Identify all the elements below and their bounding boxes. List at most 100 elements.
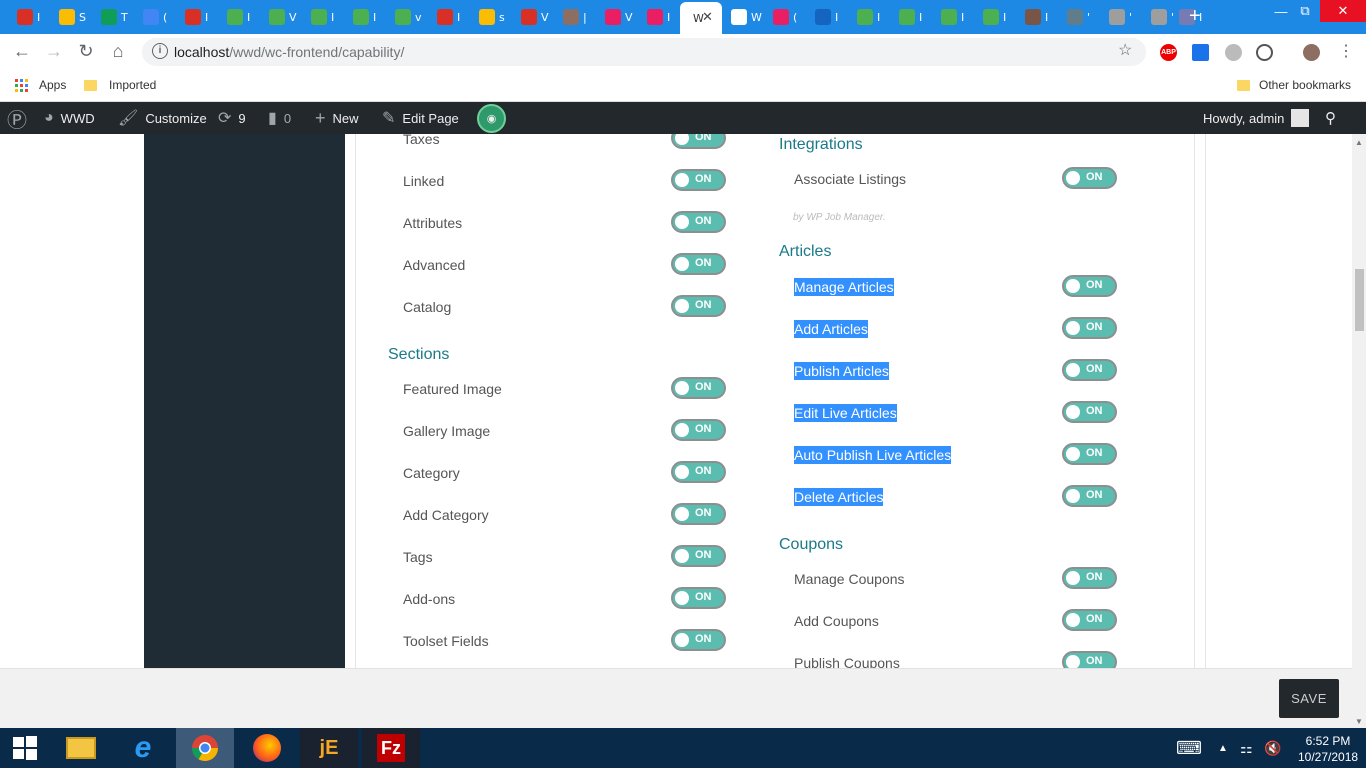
- taskbar-filezilla[interactable]: Fz: [362, 728, 420, 768]
- browser-tab[interactable]: S: [50, 3, 90, 31]
- browser-tab[interactable]: V: [596, 3, 636, 31]
- capability-toggle[interactable]: ON: [1062, 443, 1117, 465]
- toggle-knob: [1066, 279, 1080, 293]
- capability-toggle[interactable]: ON: [671, 503, 726, 525]
- capability-toggle[interactable]: ON: [671, 253, 726, 275]
- wp-logo-menu[interactable]: Ⓟ: [7, 102, 34, 134]
- browser-tab[interactable]: ': [1058, 3, 1098, 31]
- capability-toggle[interactable]: ON: [671, 461, 726, 483]
- taskbar-chrome[interactable]: [176, 728, 234, 768]
- capability-toggle[interactable]: ON: [671, 295, 726, 317]
- bookmark-imported[interactable]: Imported: [84, 78, 156, 92]
- extension-icon-2[interactable]: [1256, 44, 1273, 61]
- toggle-knob: [1066, 489, 1080, 503]
- taskbar-clock[interactable]: 6:52 PM 10/27/2018: [1298, 733, 1358, 765]
- browser-tab[interactable]: I: [302, 3, 342, 31]
- browser-tab[interactable]: v: [386, 3, 426, 31]
- browser-tab[interactable]: V: [512, 3, 552, 31]
- adblock-icon[interactable]: ABP: [1160, 44, 1177, 61]
- screenshot-extension-icon[interactable]: [1192, 44, 1209, 61]
- taskbar-jedit[interactable]: jE: [300, 728, 358, 768]
- bookmark-other[interactable]: Other bookmarks: [1237, 78, 1351, 92]
- customize-link[interactable]: 🖌 Customize: [118, 102, 207, 134]
- url-text[interactable]: localhost/wwd/wc-frontend/capability/: [174, 44, 404, 60]
- my-account-menu[interactable]: Howdy, admin: [1203, 102, 1310, 134]
- volume-muted-icon[interactable]: 🔇: [1264, 728, 1281, 768]
- capability-toggle[interactable]: ON: [671, 587, 726, 609]
- browser-tab[interactable]: I: [848, 3, 888, 31]
- save-button[interactable]: SAVE: [1279, 679, 1339, 718]
- browser-tab[interactable]: |: [554, 3, 594, 31]
- capability-toggle[interactable]: ON: [671, 211, 726, 233]
- capability-toggle[interactable]: ON: [671, 629, 726, 651]
- close-tab-icon[interactable]: ✕: [702, 9, 713, 25]
- window-close-button[interactable]: ✕: [1320, 0, 1366, 22]
- capability-toggle[interactable]: ON: [1062, 317, 1117, 339]
- taskbar-internet-explorer[interactable]: e: [114, 728, 172, 768]
- browser-tab[interactable]: I: [176, 3, 216, 31]
- extension-icon[interactable]: [1225, 44, 1242, 61]
- address-bar[interactable]: i localhost/wwd/wc-frontend/capability/: [142, 38, 1146, 66]
- scroll-thumb[interactable]: [1355, 269, 1364, 331]
- browser-tab[interactable]: I: [218, 3, 258, 31]
- comments-count: 0: [283, 110, 292, 126]
- network-icon[interactable]: ⚏: [1240, 728, 1253, 768]
- taskbar-firefox[interactable]: [238, 728, 296, 768]
- scroll-down-icon[interactable]: ▼: [1355, 717, 1363, 726]
- browser-tab[interactable]: I: [932, 3, 972, 31]
- edit-page-label: Edit Page: [402, 110, 459, 126]
- page-scrollbar[interactable]: ▲ ▼: [1352, 134, 1366, 728]
- capability-toggle[interactable]: ON: [671, 377, 726, 399]
- forward-icon[interactable]: →: [42, 41, 66, 62]
- home-icon[interactable]: ⌂: [106, 41, 130, 62]
- profile-avatar[interactable]: [1303, 44, 1320, 61]
- new-content-menu[interactable]: + New: [315, 102, 359, 134]
- taskbar-file-explorer[interactable]: [52, 728, 110, 768]
- capability-toggle[interactable]: ON: [671, 134, 726, 149]
- browser-tab[interactable]: I: [638, 3, 678, 31]
- browser-tab[interactable]: I: [428, 3, 468, 31]
- tab-active[interactable]: W: [680, 2, 722, 34]
- browser-tab[interactable]: I: [344, 3, 384, 31]
- browser-tab[interactable]: V: [260, 3, 300, 31]
- browser-tab[interactable]: I: [806, 3, 846, 31]
- browser-tab[interactable]: ': [1100, 3, 1140, 31]
- capability-toggle[interactable]: ON: [671, 419, 726, 441]
- capability-toggle[interactable]: ON: [671, 169, 726, 191]
- browser-tab[interactable]: T: [92, 3, 132, 31]
- capability-toggle[interactable]: ON: [1062, 401, 1117, 423]
- browser-tab[interactable]: I: [974, 3, 1014, 31]
- browser-tab[interactable]: W: [722, 3, 762, 31]
- capability-toggle[interactable]: ON: [1062, 609, 1117, 631]
- capability-toggle[interactable]: ON: [1062, 485, 1117, 507]
- plugin-badge-icon[interactable]: ◉: [477, 104, 506, 133]
- show-hidden-icons[interactable]: ▲: [1218, 728, 1228, 768]
- browser-tab[interactable]: I: [1016, 3, 1056, 31]
- capability-toggle[interactable]: ON: [1062, 167, 1117, 189]
- browser-tab[interactable]: I: [8, 3, 48, 31]
- capability-toggle[interactable]: ON: [671, 545, 726, 567]
- reload-icon[interactable]: ↻: [74, 41, 98, 62]
- new-tab-button[interactable]: +: [1189, 5, 1201, 28]
- updates-link[interactable]: ⟳ 9: [218, 102, 246, 134]
- comments-link[interactable]: ▮ 0: [268, 102, 291, 134]
- bookmark-star-icon[interactable]: ☆: [1118, 40, 1132, 60]
- capability-toggle[interactable]: ON: [1062, 359, 1117, 381]
- bookmark-apps[interactable]: Apps: [15, 78, 66, 92]
- site-name-menu[interactable]: ◕ WWD: [44, 102, 95, 134]
- browser-tab[interactable]: I: [890, 3, 930, 31]
- browser-tab[interactable]: s: [470, 3, 510, 31]
- browser-tab[interactable]: (: [134, 3, 174, 31]
- info-icon[interactable]: i: [152, 43, 168, 59]
- start-button[interactable]: [0, 728, 50, 768]
- back-icon[interactable]: ←: [10, 41, 34, 62]
- capability-toggle[interactable]: ON: [1062, 567, 1117, 589]
- search-icon[interactable]: ⚲: [1325, 102, 1336, 134]
- keyboard-icon[interactable]: ⌨: [1176, 728, 1202, 768]
- menu-icon[interactable]: ⋮: [1334, 41, 1358, 61]
- scroll-up-icon[interactable]: ▲: [1355, 138, 1363, 147]
- edit-page-link[interactable]: ✎ Edit Page: [382, 102, 459, 134]
- browser-tab[interactable]: (: [764, 3, 804, 31]
- capability-toggle[interactable]: ON: [1062, 275, 1117, 297]
- capability-toggle[interactable]: ON: [1062, 651, 1117, 668]
